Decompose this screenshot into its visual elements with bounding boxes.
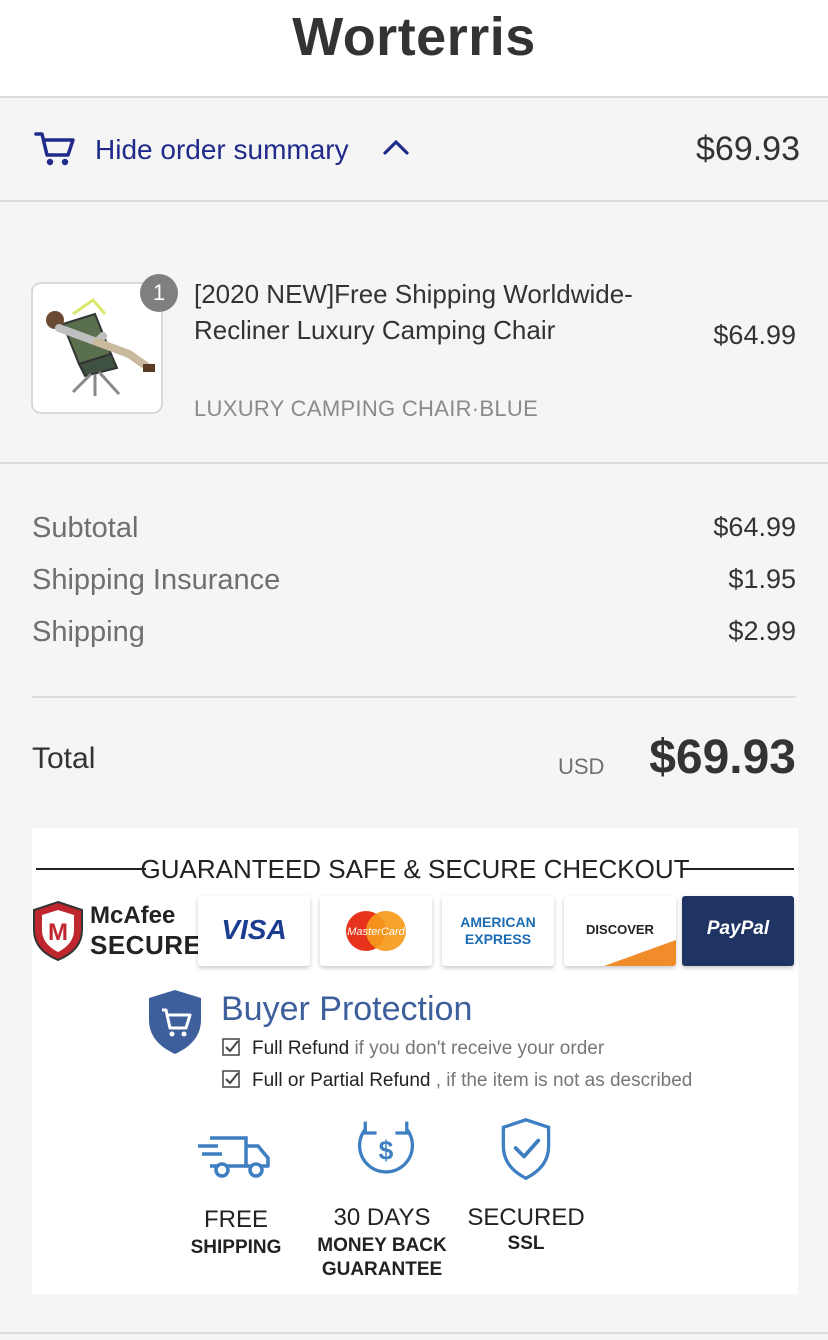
shipping-row: Shipping $2.99 — [32, 616, 796, 649]
store-name[interactable]: Worterris — [0, 6, 828, 68]
product-line-item: 1 [2020 NEW]Free Shipping Worldwide-Recl… — [0, 202, 828, 464]
visa-logo: VISA — [198, 896, 310, 966]
shipping-insurance-value: $1.95 — [728, 564, 796, 594]
shield-check-icon — [501, 1118, 551, 1181]
bottom-divider — [0, 1332, 828, 1334]
shipping-label: Shipping — [32, 616, 145, 648]
mastercard-text: MasterCard — [347, 926, 405, 938]
feature-secured-label: SECURED — [467, 1204, 585, 1231]
mcafee-shield-icon: M — [33, 900, 83, 962]
visa-text: VISA — [221, 914, 287, 945]
cart-shield-icon — [149, 990, 201, 1054]
buyer-protection-item: Full or Partial Refund , if the item is … — [222, 1070, 692, 1092]
paypal-text: PayPal — [706, 918, 770, 939]
mcafee-name: McAfee — [90, 902, 176, 929]
shipping-value: $2.99 — [728, 616, 796, 646]
amex-text: AMERICAN EXPRESS — [460, 914, 536, 947]
product-price: $64.99 — [713, 320, 796, 350]
cost-divider — [32, 696, 796, 698]
checkbox-icon — [222, 1070, 240, 1088]
total-label: Total — [32, 742, 96, 775]
product-title: [2020 NEW]Free Shipping Worldwide-Reclin… — [194, 279, 633, 345]
truck-icon — [198, 1136, 270, 1178]
checkbox-icon — [222, 1038, 240, 1056]
subtotal-label: Subtotal — [32, 512, 139, 544]
currency-code: USD — [558, 754, 605, 779]
full-refund-label: Full Refund — [252, 1038, 350, 1059]
discover-text: DISCOVER — [586, 922, 654, 937]
mcafee-secure-label: SECURE — [90, 930, 202, 960]
mcafee-secure-badge: M McAfee SECURE — [32, 898, 201, 968]
buyer-protection-item: Full Refund if you don't receive your or… — [222, 1038, 604, 1060]
shipping-insurance-label: Shipping Insurance — [32, 564, 281, 596]
subtotal-row: Subtotal $64.99 — [32, 512, 796, 545]
money-back-icon: $ — [357, 1121, 415, 1174]
amex-logo: AMERICAN EXPRESS — [442, 896, 554, 966]
feature-ssl-label: SSL — [507, 1233, 545, 1254]
full-refund-detail: if you don't receive your order — [349, 1038, 605, 1059]
hide-order-summary-label[interactable]: Hide order summary — [95, 134, 349, 166]
discover-logo: DISCOVER — [564, 896, 676, 966]
subtotal-value: $64.99 — [713, 512, 796, 542]
cart-icon — [34, 132, 75, 166]
partial-refund-detail: , if the item is not as described — [430, 1070, 693, 1091]
order-summary-toggle[interactable]: Hide order summary $69.93 — [0, 98, 828, 202]
mastercard-circles-icon: MasterCard — [346, 911, 406, 951]
svg-text:$: $ — [379, 1135, 394, 1165]
mastercard-logo: MasterCard — [320, 896, 432, 966]
buyer-protection-title: Buyer Protection — [221, 990, 473, 1028]
total-value: $69.93 — [649, 731, 796, 784]
camping-chair-image — [33, 284, 161, 412]
title-rule-right — [682, 868, 794, 870]
chevron-up-icon[interactable] — [382, 136, 410, 158]
summary-total: $69.93 — [696, 130, 800, 168]
shipping-insurance-row: Shipping Insurance $1.95 — [32, 564, 796, 597]
quantity-badge: 1 — [140, 274, 178, 312]
store-header: Worterris — [0, 0, 828, 98]
partial-refund-label: Full or Partial Refund — [252, 1070, 431, 1091]
paypal-logo: PayPal — [682, 896, 794, 966]
mcafee-letter: M — [48, 919, 68, 946]
product-variant: LUXURY CAMPING CHAIR·BLUE — [194, 396, 539, 421]
trust-badges-banner: GUARANTEED SAFE & SECURE CHECKOUT M McAf… — [32, 828, 798, 1294]
